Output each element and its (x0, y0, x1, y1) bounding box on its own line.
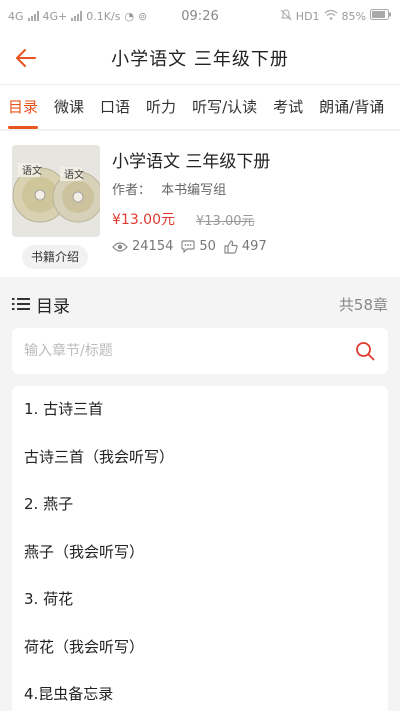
original-price: ¥13.00元 (196, 214, 255, 229)
chapter-item[interactable]: 燕子（我会听写） (12, 529, 388, 577)
chapter-item[interactable]: 荷花（我会听写） (12, 624, 388, 672)
book-author: 作者： 本书编写组 (112, 179, 226, 198)
signal2-icon (71, 11, 83, 21)
eye-icon (112, 241, 128, 252)
app-icon: ⊚ (138, 9, 148, 23)
current-price: ¥13.00元 (112, 212, 175, 228)
book-cover-image[interactable]: 语文 语文 (12, 145, 100, 237)
chapter-item[interactable]: 1. 古诗三首 (12, 386, 388, 434)
likes-stat[interactable]: 497 (224, 239, 267, 254)
list-icon (12, 298, 30, 310)
views-count: 24154 (132, 239, 174, 254)
arrow-left-icon (16, 49, 36, 67)
sync-icon: ◔ (124, 9, 135, 23)
catalog-header: 目录 共58章 (0, 280, 400, 328)
search-icon[interactable] (354, 340, 376, 362)
status-right: HD1 85% (280, 8, 392, 24)
tab-oral[interactable]: 口语 (92, 85, 138, 129)
likes-count: 497 (241, 239, 267, 254)
wifi-icon (324, 9, 338, 23)
svg-text:语文: 语文 (22, 164, 42, 177)
mute-icon (280, 8, 292, 24)
chapter-count: 共58章 (338, 295, 388, 314)
chapter-list: 1. 古诗三首 古诗三首（我会听写） 2. 燕子 燕子（我会听写） 3. 荷花 … (12, 386, 388, 711)
tab-catalog[interactable]: 目录 (0, 85, 46, 129)
tab-dictation[interactable]: 听写/认读 (184, 85, 265, 129)
catalog-title: 目录 (36, 296, 70, 317)
speed-label: 0.1K/s (86, 9, 121, 23)
svg-text:语文: 语文 (64, 168, 84, 181)
comments-stat: 50 (181, 239, 216, 254)
chapter-item[interactable]: 3. 荷花 (12, 576, 388, 624)
book-title: 小学语文 三年级下册 (112, 152, 271, 172)
status-bar: 4G 4G+ 0.1K/s ◔ ⊚ 09:26 HD1 85% (0, 0, 400, 32)
back-button[interactable] (12, 44, 40, 72)
book-intro-button[interactable]: 书籍介绍 (22, 245, 88, 269)
chapter-search-input[interactable] (24, 343, 354, 359)
chapter-item[interactable]: 4.昆虫备忘录 (12, 671, 388, 711)
comments-count: 50 (199, 239, 216, 254)
comment-icon (181, 240, 195, 253)
tab-listening[interactable]: 听力 (138, 85, 184, 129)
chapter-item[interactable]: 古诗三首（我会听写） (12, 434, 388, 482)
book-stats: 24154 50 497 (112, 239, 275, 254)
battery-label: 85% (341, 9, 366, 23)
author-label: 作者： (112, 183, 152, 198)
signal-icon (27, 11, 39, 21)
tab-microclass[interactable]: 微课 (46, 85, 92, 129)
chapter-item[interactable]: 2. 燕子 (12, 481, 388, 529)
network2-label: 4G+ (42, 9, 68, 23)
status-left: 4G 4G+ 0.1K/s ◔ ⊚ (8, 10, 280, 23)
views-stat: 24154 (112, 239, 173, 254)
battery-icon (370, 9, 392, 23)
tab-recitation[interactable]: 朗诵/背诵 (311, 85, 392, 129)
app-header: 小学语文 三年级下册 (0, 32, 400, 84)
hd-label: HD1 (295, 9, 320, 23)
thumbs-up-icon (224, 239, 238, 254)
book-card: 语文 语文 书籍介绍 小学语文 三年级下册 作者： 本书编写组 ¥13.00元 … (0, 131, 400, 277)
page-title: 小学语文 三年级下册 (111, 49, 289, 70)
tab-exam[interactable]: 考试 (265, 85, 311, 129)
network-label: 4G (8, 9, 24, 23)
tab-bar: 目录 微课 口语 听力 听写/认读 考试 朗诵/背诵 (0, 84, 400, 130)
author-name: 本书编写组 (161, 183, 227, 198)
chapter-search-bar (12, 328, 388, 374)
